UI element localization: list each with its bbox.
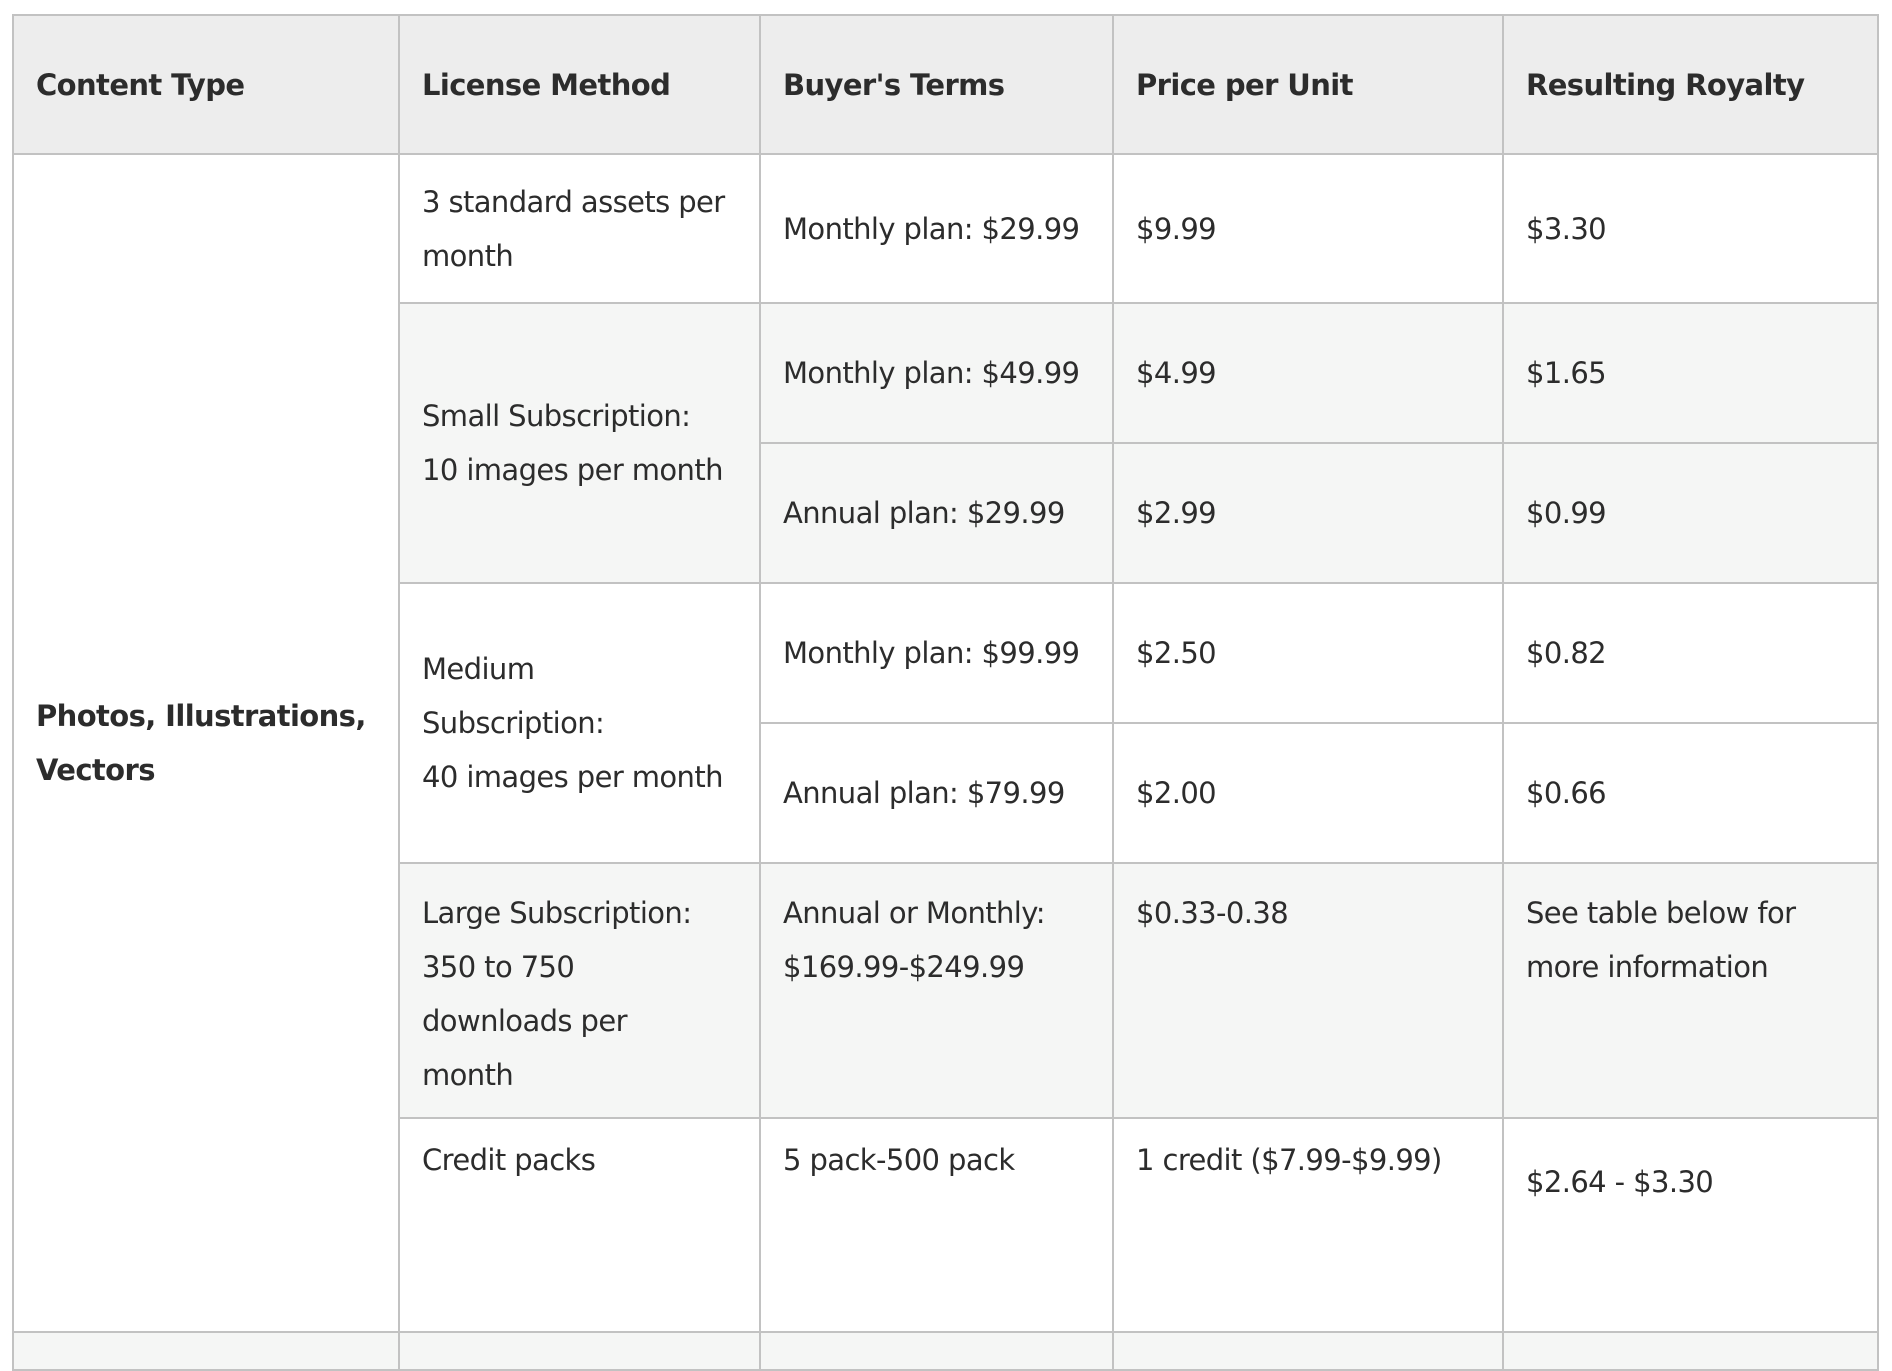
royalty-cell: $3.30 [1502,153,1879,304]
content-type-line: Vectors [36,753,155,787]
license-method-line: Credit packs [422,1143,596,1177]
buyers-terms-cell: 5 pack-500 pack [759,1117,1114,1333]
price-per-unit-cell: $2.50 [1112,582,1504,724]
content-type-line: Photos, Illustrations, [36,699,366,733]
header-label: Buyer's Terms [783,67,1005,102]
license-method-line: 350 to 750 [422,950,575,984]
license-method-cell: Small Subscription: 10 images per month [398,302,761,584]
buyers-terms-cell: Monthly plan: $29.99 [759,153,1114,304]
license-method-line: Medium [422,652,535,686]
next-row-fragment [1112,1331,1504,1371]
price-text: $9.99 [1136,211,1217,246]
buyers-terms-text: Monthly plan: $29.99 [783,211,1080,246]
license-method-line: Large Subscription: [422,896,692,930]
price-per-unit-cell: 1 credit ($7.99-$9.99) [1112,1117,1504,1333]
royalty-text: $1.65 [1526,356,1607,390]
royalty-text: $0.99 [1526,496,1607,530]
royalty-cell: $0.66 [1502,722,1879,864]
license-method-cell: Large Subscription: 350 to 750 downloads… [398,862,761,1119]
header-license-method: License Method [398,14,761,155]
price-text: $0.33-0.38 [1136,896,1289,930]
header-resulting-royalty: Resulting Royalty [1502,14,1879,155]
license-method-line: 40 images per month [422,760,723,794]
header-label: Content Type [36,67,245,102]
price-per-unit-cell: $2.99 [1112,442,1504,584]
license-method-line: 3 standard assets per [422,184,725,219]
price-text: $4.99 [1136,356,1217,390]
price-per-unit-cell: $0.33-0.38 [1112,862,1504,1119]
buyers-terms-cell: Monthly plan: $99.99 [759,582,1114,724]
buyers-terms-cell: Annual plan: $29.99 [759,442,1114,584]
header-price-per-unit: Price per Unit [1112,14,1504,155]
next-row-fragment [398,1331,761,1371]
royalty-cell: $1.65 [1502,302,1879,444]
buyers-terms-text: $169.99-$249.99 [783,950,1025,984]
price-text: $2.99 [1136,496,1217,530]
header-content-type: Content Type [12,14,400,155]
license-method-cell: Credit packs [398,1117,761,1333]
price-text: 1 credit ($7.99-$9.99) [1136,1143,1442,1177]
next-row-fragment [12,1331,400,1371]
royalty-cell: $2.64 - $3.30 [1502,1117,1879,1333]
royalty-table: Content Type License Method Buyer's Term… [0,0,1892,1371]
royalty-text: $2.64 - $3.30 [1526,1165,1714,1199]
price-text: $2.50 [1136,636,1217,670]
buyers-terms-cell: Monthly plan: $49.99 [759,302,1114,444]
buyers-terms-text: Annual plan: $29.99 [783,496,1065,530]
license-method-line: month [422,238,514,273]
price-per-unit-cell: $9.99 [1112,153,1504,304]
buyers-terms-text: Annual plan: $79.99 [783,776,1065,810]
header-label: Resulting Royalty [1526,67,1805,102]
price-text: $2.00 [1136,776,1217,810]
royalty-cell: $0.82 [1502,582,1879,724]
price-per-unit-cell: $4.99 [1112,302,1504,444]
royalty-text: $0.66 [1526,776,1607,810]
license-method-line: Subscription: [422,706,605,740]
license-method-line: month [422,1058,514,1092]
header-label: License Method [422,67,671,102]
royalty-text: more information [1526,950,1769,984]
header-label: Price per Unit [1136,67,1353,102]
buyers-terms-text: Annual or Monthly: [783,896,1045,930]
content-type-cell: Photos, Illustrations, Vectors [12,153,400,1333]
royalty-text: See table below for [1526,896,1796,930]
license-method-line: Small Subscription: [422,399,691,433]
buyers-terms-cell: Annual or Monthly: $169.99-$249.99 [759,862,1114,1119]
royalty-cell: See table below for more information [1502,862,1879,1119]
buyers-terms-text: 5 pack-500 pack [783,1143,1015,1177]
buyers-terms-text: Monthly plan: $99.99 [783,636,1080,670]
price-per-unit-cell: $2.00 [1112,722,1504,864]
license-method-line: downloads per [422,1004,628,1038]
next-row-fragment [759,1331,1114,1371]
buyers-terms-text: Monthly plan: $49.99 [783,356,1080,390]
next-row-fragment [1502,1331,1879,1371]
royalty-text: $0.82 [1526,636,1607,670]
header-buyers-terms: Buyer's Terms [759,14,1114,155]
buyers-terms-cell: Annual plan: $79.99 [759,722,1114,864]
license-method-cell: 3 standard assets per month [398,153,761,304]
royalty-text: $3.30 [1526,211,1607,246]
royalty-cell: $0.99 [1502,442,1879,584]
license-method-cell: Medium Subscription: 40 images per month [398,582,761,864]
license-method-line: 10 images per month [422,453,723,487]
